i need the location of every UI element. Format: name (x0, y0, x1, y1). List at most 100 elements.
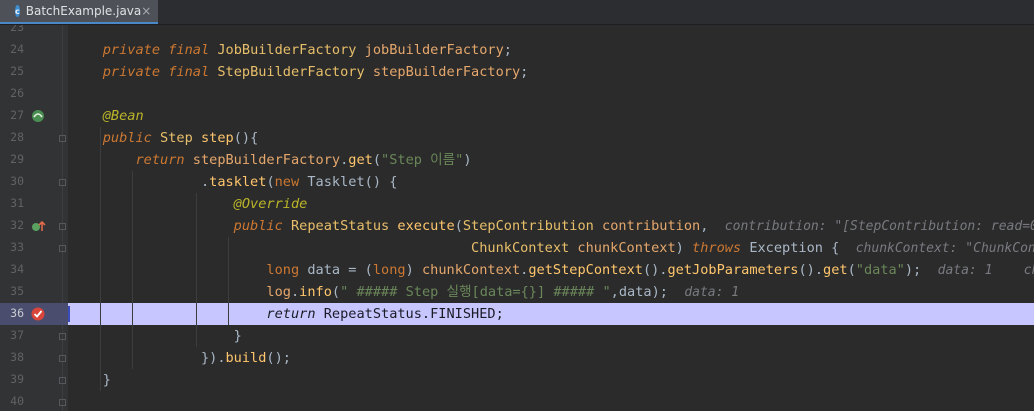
code-line-39[interactable]: 39 } (0, 369, 1034, 391)
code-text: .tasklet(new Tasklet() { (70, 173, 397, 191)
line-number: 38 (10, 350, 24, 364)
gutter-cell[interactable]: 33 (0, 237, 68, 259)
code-token: } (70, 328, 242, 344)
code-token: " ##### Step 실행[data={}] ##### " (340, 284, 611, 300)
gutter-cell[interactable]: 29 (0, 149, 68, 171)
code-line-27[interactable]: 27 @Bean (0, 105, 1034, 127)
fold-marker-icon[interactable] (59, 377, 66, 384)
gutter-cell[interactable]: 37 (0, 325, 68, 347)
code-text: private final StepBuilderFactory stepBui… (70, 63, 529, 81)
indent-guide (132, 171, 133, 369)
fold-marker-icon[interactable] (59, 179, 66, 186)
gutter-cell[interactable]: 30 (0, 171, 68, 193)
code-text: ChunkContext chunkContext) throws Except… (70, 239, 1034, 258)
gutter-cell[interactable]: 24 (0, 39, 68, 61)
code-token: execute (397, 218, 455, 234)
code-text: @Bean (70, 107, 144, 125)
code-token: "Step 이름" (381, 152, 464, 168)
line-number: 33 (10, 240, 24, 254)
code-text: public Step step(){ (70, 129, 259, 147)
code-editor[interactable]: 23 24 private final JobBuilderFactory job… (0, 25, 1034, 411)
gutter-cell[interactable]: 39 (0, 369, 68, 391)
code-token: return (70, 152, 193, 168)
code-token: . (290, 284, 300, 300)
code-token: ); (904, 262, 938, 278)
fold-marker-icon[interactable] (59, 333, 66, 340)
code-token: private final (70, 64, 218, 80)
code-token: ; (503, 42, 512, 58)
indent-guide (100, 127, 101, 391)
code-text: public RepeatStatus execute(StepContribu… (70, 217, 1034, 236)
code-line-25[interactable]: 25 private final StepBuilderFactory step… (0, 61, 1034, 83)
code-token: FINISHED (430, 306, 496, 322)
gutter-cell[interactable]: 28 (0, 127, 68, 149)
gutter-cell[interactable]: 26 (0, 83, 68, 105)
tab-batchexample-java[interactable]: c BatchExample.java × (0, 0, 158, 24)
code-token: contribution (602, 218, 701, 234)
code-token: ) (405, 262, 422, 278)
bean-gutter-icon[interactable] (30, 108, 46, 128)
gutter-cell[interactable]: 40 (0, 391, 68, 411)
code-token: long (70, 262, 308, 278)
gutter-cell[interactable]: 34 (0, 259, 68, 281)
code-token: chunkContext (577, 240, 676, 256)
code-token: getStepContext (528, 262, 643, 278)
code-line-29[interactable]: 29 return stepBuilderFactory.get("Step 이… (0, 149, 1034, 171)
code-line-32[interactable]: 32 public RepeatStatus execute(StepContr… (0, 215, 1034, 237)
code-line-26[interactable]: 26 (0, 83, 1034, 105)
line-number: 40 (10, 394, 24, 408)
code-line-35[interactable]: 35 log.info(" ##### Step 실행[data={}] ###… (0, 281, 1034, 303)
gutter-cell[interactable]: 38 (0, 347, 68, 369)
inline-debug-value: data: 1 chun (937, 263, 1034, 278)
line-number: 23 (10, 25, 24, 34)
code-token: tasklet (209, 174, 267, 190)
code-line-40[interactable]: 40 (0, 391, 1034, 411)
code-token: } (70, 372, 111, 388)
line-number: 26 (10, 86, 24, 100)
code-token: StepBuilderFactory (217, 64, 373, 80)
code-token: RepeatStatus. (323, 306, 431, 322)
gutter-cell[interactable]: 25 (0, 61, 68, 83)
breakpoint-icon[interactable] (30, 306, 46, 326)
code-line-34[interactable]: 34 long data = (long) chunkContext.getSt… (0, 259, 1034, 281)
line-number: 34 (10, 262, 24, 276)
fold-marker-icon[interactable] (59, 223, 66, 230)
code-token: ( (372, 152, 382, 168)
gutter-cell[interactable]: 35 (0, 281, 68, 303)
code-token: build (225, 350, 267, 366)
code-line-36[interactable]: 36 return RepeatStatus.FINISHED; (0, 303, 1034, 325)
gutter-cell[interactable]: 31 (0, 193, 68, 215)
code-token: Exception { (749, 240, 856, 256)
code-token: log (70, 284, 291, 300)
fold-marker-icon[interactable] (59, 399, 66, 406)
code-line-33[interactable]: 33 ChunkContext chunkContext) throws Exc… (0, 237, 1034, 259)
code-line-38[interactable]: 38 }).build(); (0, 347, 1034, 369)
code-token: RepeatStatus (290, 218, 398, 234)
code-token: stepBuilderFactory (192, 152, 341, 168)
tab-title: BatchExample.java (25, 4, 142, 18)
code-token: JobBuilderFactory (217, 42, 365, 58)
override-gutter-icon[interactable] (30, 218, 46, 238)
code-line-30[interactable]: 30 .tasklet(new Tasklet() { (0, 171, 1034, 193)
code-line-24[interactable]: 24 private final JobBuilderFactory jobBu… (0, 39, 1034, 61)
code-text: @Override (70, 195, 308, 213)
line-number: 29 (10, 152, 24, 166)
gutter-cell[interactable]: 23 (0, 25, 68, 39)
code-line-31[interactable]: 31 @Override (0, 193, 1034, 215)
close-icon[interactable]: × (141, 4, 151, 18)
line-number: 30 (10, 174, 24, 188)
code-line-23[interactable]: 23 (0, 25, 1034, 39)
code-token: @Bean (70, 108, 144, 124)
inline-debug-value: contribution: "[StepContribution: read=0 (724, 219, 1034, 234)
code-text: return stepBuilderFactory.get("Step 이름") (70, 151, 471, 169)
code-line-37[interactable]: 37 } (0, 325, 1034, 347)
inline-debug-value: data: 1 (684, 285, 740, 300)
fold-marker-icon[interactable] (59, 135, 66, 142)
code-token: StepContribution (462, 218, 603, 234)
code-token: info (299, 284, 332, 300)
fold-marker-icon[interactable] (59, 355, 66, 362)
code-text: long data = (long) chunkContext.getStepC… (70, 261, 1034, 280)
fold-marker-icon[interactable] (59, 245, 66, 252)
code-line-28[interactable]: 28 public Step step(){ (0, 127, 1034, 149)
line-number: 32 (10, 218, 24, 232)
